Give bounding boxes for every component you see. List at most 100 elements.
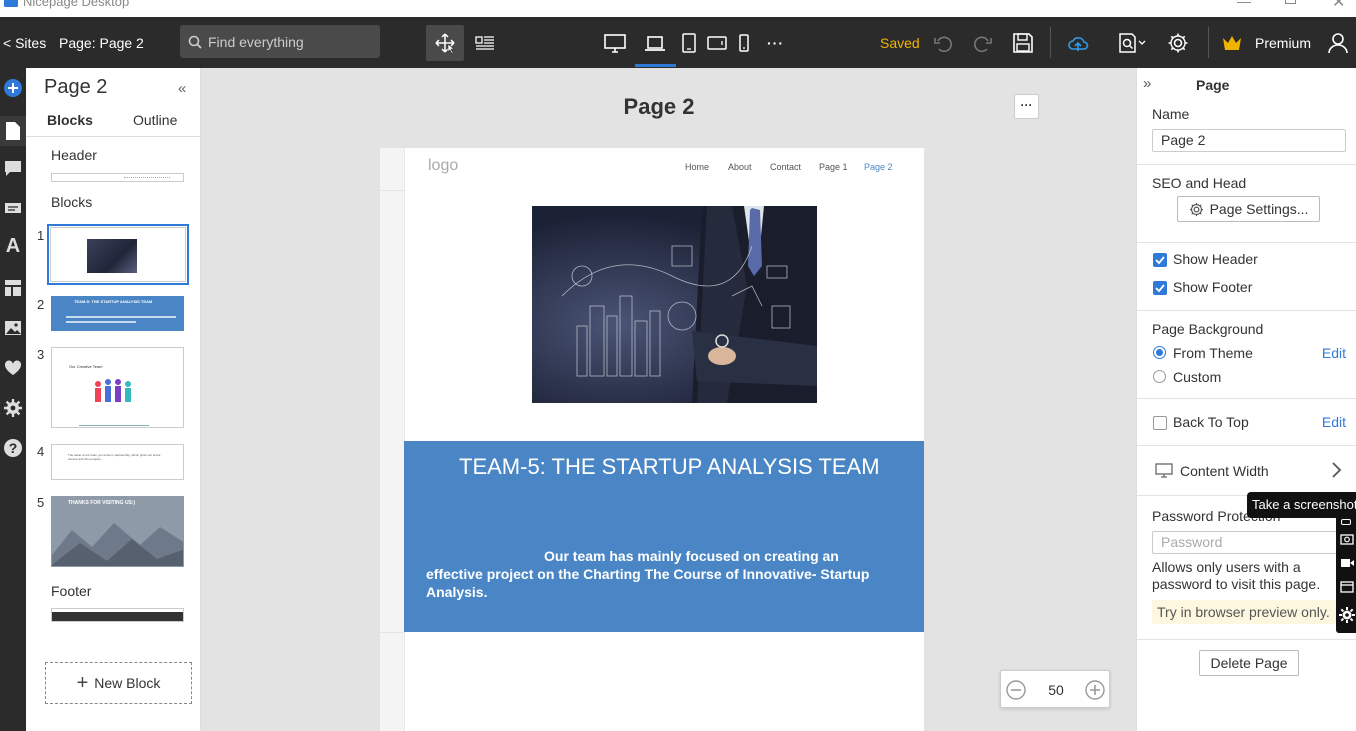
show-footer-label[interactable]: Show Footer: [1173, 279, 1252, 295]
favorites-button[interactable]: [2, 357, 24, 379]
desktop-view-button[interactable]: [596, 25, 634, 61]
check-icon: [1155, 256, 1165, 265]
video-icon[interactable]: [1340, 557, 1354, 569]
properties-panel: » Page Name Page 2 SEO and Head Page Set…: [1136, 68, 1356, 731]
premium-link[interactable]: Premium: [1255, 17, 1311, 68]
tab-blocks[interactable]: Blocks: [47, 112, 93, 128]
site-settings-button[interactable]: [2, 397, 24, 419]
editor-canvas[interactable]: Page 2 ··· logo Home About Contact Page …: [201, 68, 1136, 731]
zoom-level[interactable]: 50: [1036, 682, 1076, 698]
block-thumbnail-4[interactable]: The value of our team you know in partne…: [51, 444, 184, 480]
page-name-field[interactable]: Page 2: [1152, 129, 1346, 152]
undo-button[interactable]: [924, 25, 962, 61]
show-footer-checkbox[interactable]: [1153, 281, 1167, 295]
check-icon: [1155, 284, 1165, 293]
window-capture-icon[interactable]: [1340, 581, 1354, 593]
gear-icon: [1189, 202, 1203, 216]
site-nav-page1[interactable]: Page 1: [819, 162, 848, 172]
block-thumbnail-2[interactable]: TEAM-5: THE STARTUP ANALYSIS TEAM: [51, 296, 184, 331]
gear-icon[interactable]: [1339, 607, 1355, 623]
custom-radio[interactable]: [1153, 370, 1166, 383]
show-header-label[interactable]: Show Header: [1173, 251, 1258, 267]
search-input[interactable]: Find everything: [208, 34, 304, 50]
content-width-section[interactable]: Content Width: [1137, 446, 1356, 496]
close-icon[interactable]: ✕: [1332, 0, 1345, 12]
header-thumbnail[interactable]: [51, 173, 184, 182]
toolbar-divider: [1208, 27, 1209, 58]
block-number: 4: [37, 444, 45, 459]
site-nav-page2[interactable]: Page 2: [864, 162, 893, 172]
plus-circle-icon: [4, 79, 22, 97]
content-width-label[interactable]: Content Width: [1180, 463, 1269, 479]
zoom-in-button[interactable]: [1084, 679, 1106, 701]
gutter-divider: [380, 190, 405, 191]
maximize-icon[interactable]: [1285, 0, 1296, 4]
settings-button[interactable]: [1159, 25, 1197, 61]
collapse-panel-icon[interactable]: «: [178, 80, 186, 97]
password-field[interactable]: Password: [1152, 531, 1346, 554]
laptop-icon: [645, 36, 665, 51]
site-logo[interactable]: logo: [428, 157, 458, 175]
camera-icon[interactable]: [1340, 533, 1354, 545]
back-to-top-checkbox[interactable]: [1153, 416, 1167, 430]
search-box[interactable]: Find everything: [180, 25, 380, 58]
site-nav-about[interactable]: About: [728, 162, 752, 172]
expand-panel-icon[interactable]: »: [1143, 75, 1151, 92]
footer-thumbnail[interactable]: [51, 608, 184, 622]
site-nav-home[interactable]: Home: [685, 162, 709, 172]
add-element-button[interactable]: [2, 77, 24, 99]
zoom-out-button[interactable]: [1005, 679, 1027, 701]
more-views-button[interactable]: ···: [767, 17, 784, 68]
save-button[interactable]: [1004, 25, 1042, 61]
undo-icon: [934, 36, 952, 53]
comments-button[interactable]: [2, 157, 24, 179]
sites-link[interactable]: < Sites: [3, 17, 46, 68]
preview-button[interactable]: [1110, 25, 1154, 61]
site-nav-contact[interactable]: Contact: [770, 162, 801, 172]
back-to-top-label[interactable]: Back To Top: [1173, 414, 1249, 430]
search-icon: [188, 35, 202, 49]
team-body-line[interactable]: Analysis.: [426, 584, 487, 600]
pages-button[interactable]: [0, 116, 26, 146]
edit-back-to-top-link[interactable]: Edit: [1322, 414, 1346, 430]
delete-page-button[interactable]: Delete Page: [1199, 650, 1299, 676]
tab-outline[interactable]: Outline: [133, 112, 177, 128]
hero-image[interactable]: [532, 206, 817, 403]
page-more-button[interactable]: ···: [1014, 94, 1039, 119]
account-button[interactable]: [1320, 25, 1356, 61]
move-tool-button[interactable]: [426, 25, 464, 61]
page-settings-button[interactable]: Page Settings...: [1177, 196, 1320, 222]
from-theme-label[interactable]: From Theme: [1173, 345, 1253, 361]
blocks-button[interactable]: [2, 197, 24, 219]
team-body-line[interactable]: effective project on the Charting The Co…: [426, 566, 869, 582]
publish-button[interactable]: [1059, 25, 1097, 61]
grip-icon[interactable]: [1341, 519, 1351, 525]
layout-button[interactable]: [2, 277, 24, 299]
user-icon: [1328, 33, 1348, 54]
layout-tool-button[interactable]: [466, 25, 504, 61]
gear-icon: [1168, 33, 1188, 53]
layout-icon: [5, 280, 21, 296]
crown-icon: [1216, 25, 1248, 61]
block-thumbnail-5[interactable]: THANKS FOR VISITING US:): [51, 496, 184, 567]
minimize-icon[interactable]: —: [1237, 0, 1251, 9]
show-header-checkbox[interactable]: [1153, 253, 1167, 267]
redo-button[interactable]: [964, 25, 1002, 61]
block-thumbnail-3[interactable]: Our Creative Team: [51, 347, 184, 428]
block-thumbnail-1[interactable]: [50, 227, 186, 282]
team-section[interactable]: TEAM-5: THE STARTUP ANALYSIS TEAM Our te…: [404, 441, 924, 632]
custom-label[interactable]: Custom: [1173, 369, 1221, 385]
images-button[interactable]: [2, 317, 24, 339]
team-headline[interactable]: TEAM-5: THE STARTUP ANALYSIS TEAM: [459, 454, 880, 480]
laptop-view-button[interactable]: [636, 25, 674, 61]
team-body-line[interactable]: Our team has mainly focused on creating …: [544, 548, 839, 564]
typography-icon[interactable]: A: [2, 235, 24, 257]
comment-icon: [5, 161, 21, 176]
edit-background-link[interactable]: Edit: [1322, 345, 1346, 361]
help-button[interactable]: ?: [2, 437, 24, 459]
page-left-gutter: [380, 148, 405, 731]
page-preview[interactable]: logo Home About Contact Page 1 Page 2 TE…: [380, 148, 924, 731]
phone-view-button[interactable]: [726, 25, 762, 61]
from-theme-radio[interactable]: [1153, 346, 1166, 359]
new-block-button[interactable]: + New Block: [45, 662, 192, 704]
